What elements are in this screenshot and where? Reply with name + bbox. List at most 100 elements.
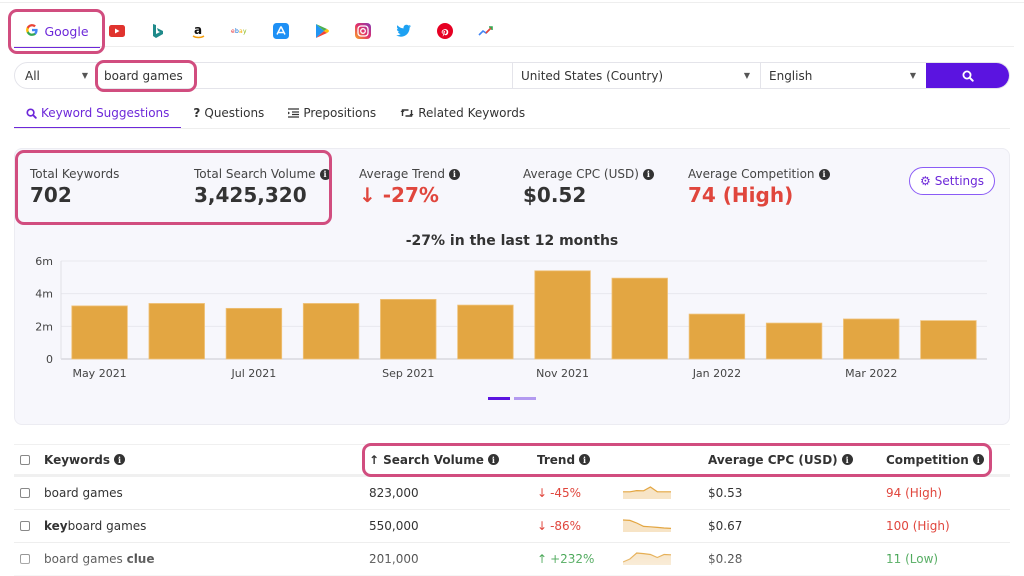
x-tick-label: Nov 2021: [536, 367, 589, 380]
x-tick-label: Jul 2021: [231, 367, 277, 380]
search-bar: All ▼ board games United States (Country…: [14, 62, 1010, 89]
sort-arrow-up-icon: ↑: [369, 452, 380, 467]
trend-cell: ↓ -45%: [537, 486, 623, 500]
info-icon[interactable]: i: [487, 454, 499, 465]
row-checkbox[interactable]: [20, 521, 30, 531]
tab-related-keywords[interactable]: Related Keywords: [388, 100, 537, 126]
stat-average-trend: Average Trend i ↓ -27%: [359, 167, 460, 207]
stat-average-competition: Average Competition i 74 (High): [688, 167, 830, 207]
x-tick-label: May 2021: [72, 367, 126, 380]
header-label: Keywords: [44, 452, 111, 467]
search-input[interactable]: board games: [97, 63, 513, 88]
info-icon[interactable]: i: [579, 454, 591, 465]
caret-down-icon: ▼: [81, 71, 88, 80]
app-store-icon[interactable]: [272, 22, 290, 40]
info-icon[interactable]: i: [448, 168, 460, 180]
search-volume-chart: 0 2m 4m 6m May 2021 Jul 2021 Sep 2021 Nov 2021 J…: [35, 255, 987, 380]
tab-keyword-suggestions[interactable]: Keyword Suggestions: [14, 100, 182, 129]
pager-dot[interactable]: [514, 397, 536, 400]
cpc-cell: $0.28: [708, 552, 743, 566]
ebay-icon[interactable]: ebay: [231, 22, 249, 40]
stat-value: 74 (High): [688, 183, 794, 207]
search-type-value: All: [25, 68, 40, 83]
question-icon: ?: [193, 106, 201, 120]
tab-label: Prepositions: [303, 106, 377, 120]
instagram-icon[interactable]: [354, 22, 372, 40]
source-tab-google[interactable]: Google: [14, 12, 100, 50]
keyword-cell[interactable]: keyboard games: [44, 519, 369, 533]
info-icon[interactable]: i: [642, 168, 654, 180]
chart-title: -27% in the last 12 months: [405, 233, 619, 249]
y-tick-label: 0: [46, 353, 53, 366]
amazon-icon[interactable]: a: [190, 22, 208, 40]
twitter-icon[interactable]: [395, 22, 413, 40]
chart-pager: [488, 397, 536, 400]
info-icon[interactable]: i: [972, 454, 984, 465]
tab-prepositions[interactable]: Prepositions: [276, 100, 388, 126]
retweet-icon: [400, 109, 414, 117]
bar-jun-2021: [148, 303, 205, 360]
pager-dot-active[interactable]: [488, 397, 510, 400]
arrow-down-icon: ↓: [359, 183, 376, 207]
x-tick-label: Mar 2022: [845, 367, 897, 380]
language-select[interactable]: English ▼: [761, 63, 926, 88]
svg-text:a: a: [194, 23, 202, 37]
trends-icon[interactable]: [477, 22, 495, 40]
table-row[interactable]: board games clue 201,000 ↑ +232% $0.28 11 (Lo…: [14, 543, 1010, 576]
competition-cell: 94 (High): [886, 486, 943, 500]
country-value: United States (Country): [521, 68, 664, 83]
info-icon[interactable]: i: [818, 168, 830, 180]
bar-aug-2021: [302, 303, 360, 360]
header-trend[interactable]: Trend i: [537, 453, 708, 467]
pinterest-icon[interactable]: [436, 22, 454, 40]
row-checkbox[interactable]: [20, 488, 30, 498]
header-cpc[interactable]: Average CPC (USD) i: [708, 453, 886, 467]
bing-icon[interactable]: [149, 22, 167, 40]
country-select[interactable]: United States (Country) ▼: [513, 63, 761, 88]
trend-sparkline: [622, 518, 708, 535]
table-row[interactable]: board games 823,000 ↓ -45% $0.53 94 (High): [14, 477, 1010, 510]
search-button[interactable]: [926, 63, 1009, 88]
stat-label: Average Competition: [688, 167, 815, 181]
settings-label: Settings: [934, 174, 984, 188]
competition-cell: 100 (High): [886, 519, 950, 533]
table-row[interactable]: keyboard games 550,000 ↓ -86% $0.67 100 (High…: [14, 510, 1010, 543]
row-checkbox[interactable]: [20, 554, 30, 564]
search-type-select[interactable]: All ▼: [15, 63, 97, 88]
header-search-volume[interactable]: ↑ Search Volume i: [369, 453, 537, 467]
search-volume-cell: 550,000: [369, 519, 419, 533]
header-competition[interactable]: Competition i: [886, 453, 1010, 467]
tabs-divider: [14, 128, 1010, 129]
stat-value: $0.52: [523, 183, 587, 207]
header-keywords[interactable]: Keywords i: [44, 453, 369, 467]
info-icon[interactable]: i: [841, 454, 853, 465]
x-tick-label: Sep 2021: [382, 367, 434, 380]
keyword-suffix-bold: clue: [126, 552, 155, 566]
trend-cell: ↓ -86%: [537, 519, 623, 533]
trend-sparkline: [623, 485, 708, 502]
sources-divider: [14, 46, 1014, 47]
cpc-cell: $0.53: [708, 486, 743, 500]
bar-may-2021: [71, 305, 128, 360]
youtube-icon[interactable]: [108, 22, 126, 40]
tab-questions[interactable]: ? Questions: [181, 100, 276, 126]
competition-cell: 11 (Low): [886, 552, 939, 566]
select-all-checkbox[interactable]: [20, 454, 30, 465]
info-icon[interactable]: i: [114, 454, 126, 465]
info-icon[interactable]: i: [319, 168, 331, 180]
result-tabs: Keyword Suggestions ? Questions Preposit…: [14, 100, 537, 130]
sparkline-svg: [622, 551, 672, 565]
table-body: board games 823,000 ↓ -45% $0.53 94 (High) key…: [14, 477, 1010, 576]
header-label: Average CPC (USD): [708, 452, 838, 467]
keyword-text: board games: [67, 519, 147, 533]
keyword-cell[interactable]: board games clue: [44, 552, 369, 566]
keyword-cell[interactable]: board games: [44, 486, 369, 500]
trend-value: -86%: [550, 519, 582, 533]
stat-label: Total Search Volume: [194, 167, 316, 181]
play-store-icon[interactable]: [313, 22, 331, 40]
settings-button[interactable]: ⚙ Settings: [909, 167, 995, 195]
cpc-cell: $0.67: [708, 519, 743, 533]
trend-sparkline: [622, 551, 708, 568]
trend-value: +232%: [550, 552, 595, 566]
source-tab-google-label: Google: [44, 23, 89, 39]
